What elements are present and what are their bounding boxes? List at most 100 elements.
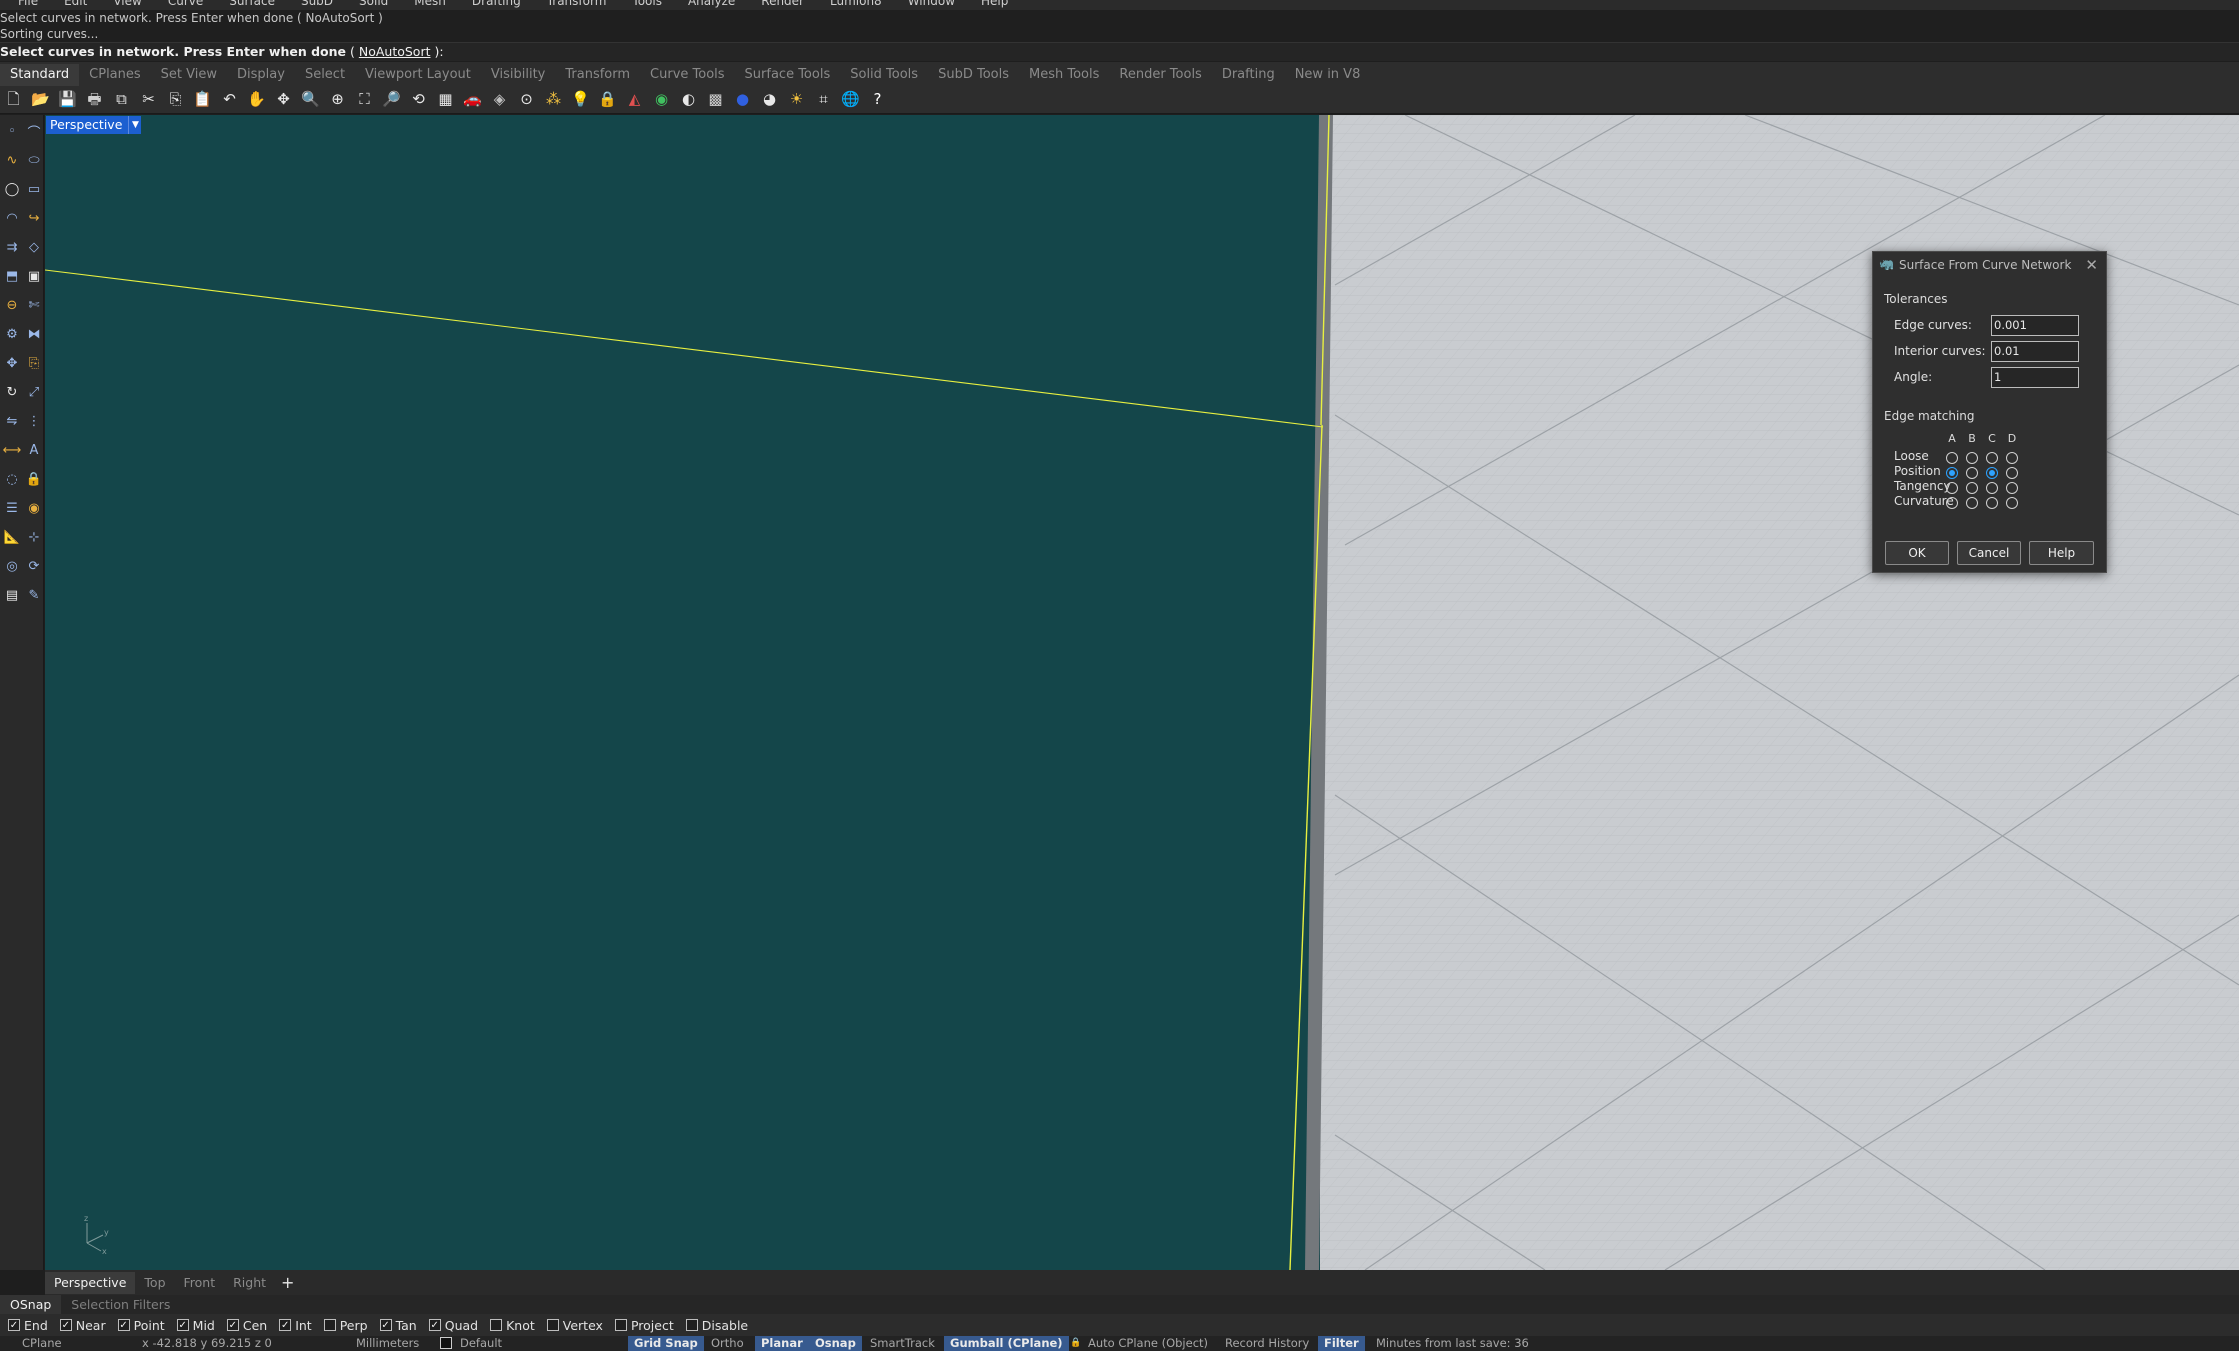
sun-icon[interactable]: ☀ <box>785 88 808 111</box>
osnap-vertex[interactable]: Vertex <box>546 1318 603 1333</box>
checkbox[interactable] <box>546 1319 559 1331</box>
osnap-end[interactable]: ✓ End <box>8 1318 48 1333</box>
radio-tangency-a[interactable] <box>1946 482 1958 494</box>
interior-curves-input[interactable]: 0.01 <box>1991 340 2079 362</box>
radio-curvature-d[interactable] <box>2006 497 2018 509</box>
checkbox[interactable]: ✓ <box>279 1319 292 1331</box>
tab-surface-tools[interactable]: Surface Tools <box>735 64 841 86</box>
network-surface[interactable] <box>45 115 1320 1270</box>
undo-view-icon[interactable]: ⟲ <box>407 88 430 111</box>
pan-icon[interactable]: ✋ <box>245 88 268 111</box>
undo-icon[interactable]: ↶ <box>218 88 241 111</box>
ok-button[interactable]: OK <box>1885 541 1949 565</box>
new-file-icon[interactable]: 🗋 <box>2 88 25 111</box>
rotate-icon[interactable]: ↻ <box>2 382 22 402</box>
points-icon[interactable]: ⁂ <box>542 88 565 111</box>
checkbox[interactable]: ✓ <box>226 1319 239 1331</box>
checkbox[interactable]: ✓ <box>379 1319 392 1331</box>
arc-icon[interactable]: ◠ <box>2 208 22 228</box>
radio-loose-b[interactable] <box>1966 452 1978 464</box>
record-history-toggle[interactable]: Record History <box>1225 1336 1309 1351</box>
osnap-disable[interactable]: Disable <box>685 1318 748 1333</box>
cancel-button[interactable]: Cancel <box>1957 541 2021 565</box>
menu-render[interactable]: Render <box>761 0 804 8</box>
checkbox[interactable] <box>323 1319 336 1331</box>
cplane-label[interactable]: CPlane <box>22 1336 62 1351</box>
zoom-window-icon[interactable]: ⊕ <box>326 88 349 111</box>
panel-tab-selection-filters[interactable]: Selection Filters <box>61 1295 180 1314</box>
angle-input[interactable]: 1 <box>1991 366 2079 388</box>
curve-icon[interactable]: ∿ <box>2 150 22 170</box>
surface-icon[interactable]: ◇ <box>24 237 44 257</box>
radio-loose-c[interactable] <box>1986 452 1998 464</box>
wireframe-icon[interactable]: ◈ <box>488 88 511 111</box>
gumball-toggle[interactable]: Gumball (CPlane) <box>944 1336 1069 1351</box>
osnap-quad[interactable]: ✓ Quad <box>428 1318 478 1333</box>
tab-visibility[interactable]: Visibility <box>481 64 555 86</box>
panel-icon[interactable]: ▤ <box>2 585 22 605</box>
osnap-point[interactable]: ✓ Point <box>117 1318 165 1333</box>
viewport-title[interactable]: Perspective ▼ <box>46 116 142 134</box>
layer-color-swatch[interactable] <box>440 1337 452 1349</box>
tab-viewport-layout[interactable]: Viewport Layout <box>355 64 481 86</box>
checkbox[interactable]: ✓ <box>176 1319 189 1331</box>
panel-tab-osnap[interactable]: OSnap <box>0 1295 62 1314</box>
checkbox[interactable] <box>490 1319 503 1331</box>
tab-select[interactable]: Select <box>295 64 355 86</box>
circle-icon[interactable]: ◯ <box>2 179 22 199</box>
radio-loose-d[interactable] <box>2006 452 2018 464</box>
render-preview-icon[interactable]: ◕ <box>758 88 781 111</box>
menu-mesh[interactable]: Mesh <box>414 0 446 8</box>
radio-tangency-d[interactable] <box>2006 482 2018 494</box>
box-icon[interactable]: ▣ <box>24 266 44 286</box>
checkbox[interactable]: ✓ <box>8 1319 20 1331</box>
menu-transform[interactable]: Transform <box>547 0 607 8</box>
tab-solid-tools[interactable]: Solid Tools <box>840 64 928 86</box>
viewport-tab-top[interactable]: Top <box>135 1272 174 1294</box>
dialog-title-bar[interactable]: 🦏 Surface From Curve Network ✕ <box>1873 252 2106 278</box>
rotate-view-icon[interactable]: ✥ <box>272 88 295 111</box>
save-icon[interactable]: 💾 <box>56 88 79 111</box>
join-icon[interactable]: ⧓ <box>24 324 44 344</box>
select-icon[interactable]: ⊙ <box>515 88 538 111</box>
units-label[interactable]: Millimeters <box>356 1336 419 1351</box>
menu-view[interactable]: View <box>113 0 141 8</box>
zoom-selected-icon[interactable]: 🔎 <box>380 88 403 111</box>
cut-icon[interactable]: ✂ <box>137 88 160 111</box>
osnap-project[interactable]: Project <box>614 1318 674 1333</box>
checkbox[interactable] <box>685 1319 698 1331</box>
tab-standard[interactable]: Standard <box>0 64 80 86</box>
menu-help[interactable]: Help <box>981 0 1008 8</box>
material-icon[interactable]: ◐ <box>677 88 700 111</box>
radio-tangency-c[interactable] <box>1986 482 1998 494</box>
point-icon[interactable]: ◦ <box>2 121 22 141</box>
osnap-toggle[interactable]: Osnap <box>809 1336 862 1351</box>
radio-position-c[interactable] <box>1986 467 1998 479</box>
command-option-noautosort[interactable]: NoAutoSort <box>359 44 431 59</box>
extrude-icon[interactable]: ⬒ <box>2 266 22 286</box>
menu-subd[interactable]: SubD <box>301 0 333 8</box>
chevron-down-icon[interactable]: ▼ <box>128 116 141 134</box>
radio-tangency-b[interactable] <box>1966 482 1978 494</box>
osnap-tan[interactable]: ✓ Tan <box>379 1318 417 1333</box>
help-button[interactable]: Help <box>2029 541 2094 565</box>
menu-analyze[interactable]: Analyze <box>688 0 735 8</box>
explode-icon[interactable]: ⚙ <box>2 324 22 344</box>
close-icon[interactable]: ✕ <box>2085 256 2098 274</box>
menu-drafting[interactable]: Drafting <box>472 0 521 8</box>
gumball-icon[interactable]: ⊹ <box>24 527 44 547</box>
misc-icon[interactable]: ✎ <box>24 585 44 605</box>
menu-lumion8[interactable]: Lumion8 <box>830 0 882 8</box>
zoom-extents-icon[interactable]: ⛶ <box>353 88 376 111</box>
osnap-knot[interactable]: Knot <box>490 1318 535 1333</box>
dimension-icon[interactable]: ⌗ <box>812 88 835 111</box>
color-wheel-icon[interactable]: ◉ <box>650 88 673 111</box>
scale-icon[interactable]: ⤢ <box>24 382 44 402</box>
car-shaded-icon[interactable]: 🚗 <box>461 88 484 111</box>
tab-set-view[interactable]: Set View <box>151 64 227 86</box>
menu-file[interactable]: File <box>18 0 38 8</box>
osnap-near[interactable]: ✓ Near <box>59 1318 106 1333</box>
globe-icon[interactable]: 🌐 <box>839 88 862 111</box>
copy-icon[interactable]: ⎘ <box>24 353 44 373</box>
menu-tools[interactable]: Tools <box>632 0 662 8</box>
